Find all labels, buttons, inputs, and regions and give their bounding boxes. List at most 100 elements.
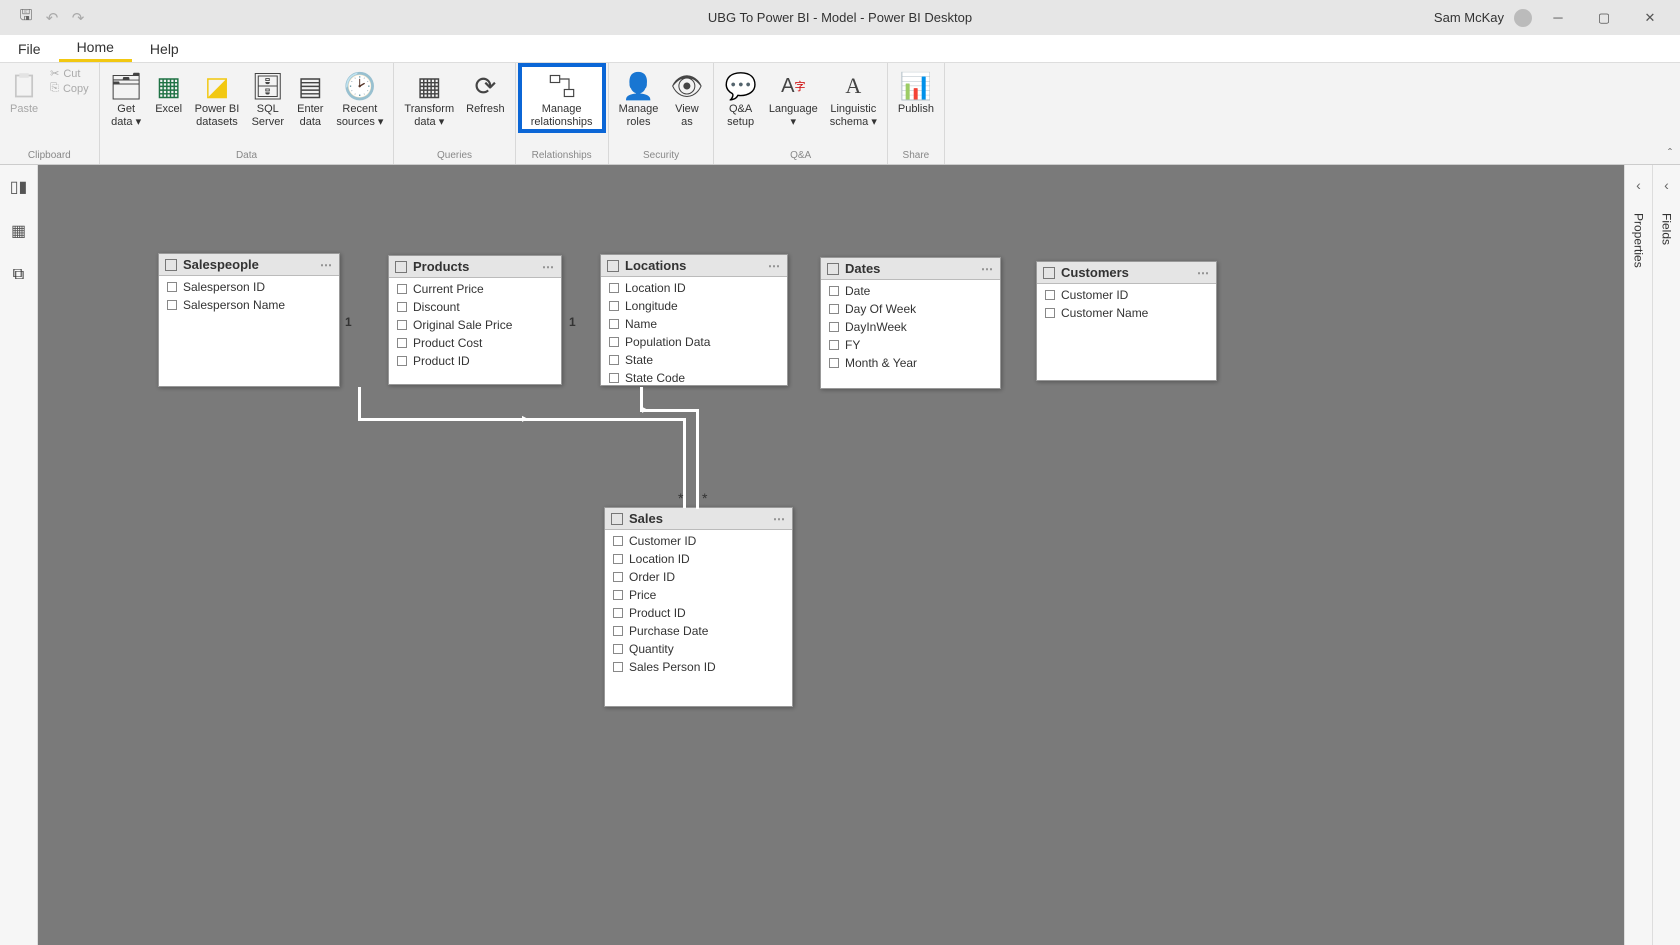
transform-data-button[interactable]: ▦Transform data ▾ bbox=[398, 65, 460, 131]
recent-sources-button[interactable]: 🕑Recent sources ▾ bbox=[330, 65, 389, 131]
table-sales[interactable]: Sales⋯ Customer ID Location ID Order ID … bbox=[604, 507, 793, 707]
field-row[interactable]: Price bbox=[605, 586, 792, 604]
field-row[interactable]: Product ID bbox=[389, 352, 561, 370]
redo-icon[interactable]: ↷ bbox=[70, 10, 86, 26]
properties-panel-collapsed[interactable]: ‹ Properties bbox=[1624, 165, 1652, 945]
manage-roles-button[interactable]: 👤Manage roles bbox=[613, 65, 665, 131]
menu-home[interactable]: Home bbox=[59, 35, 132, 62]
paste-button[interactable]: Paste bbox=[4, 65, 44, 118]
excel-button[interactable]: ▦Excel bbox=[149, 65, 189, 118]
table-locations[interactable]: Locations⋯ Location ID Longitude Name Po… bbox=[600, 254, 788, 386]
field-row[interactable]: FY bbox=[821, 336, 1000, 354]
group-label-data: Data bbox=[236, 148, 257, 164]
menu-help[interactable]: Help bbox=[132, 35, 197, 62]
field-row[interactable]: Salesperson Name bbox=[159, 296, 339, 314]
field-row[interactable]: Order ID bbox=[605, 568, 792, 586]
field-row[interactable]: Original Sale Price bbox=[389, 316, 561, 334]
table-title: Sales bbox=[629, 511, 663, 526]
view-as-button[interactable]: 👁View as bbox=[664, 65, 709, 131]
field-row[interactable]: Customer ID bbox=[1037, 286, 1216, 304]
field-row[interactable]: DayInWeek bbox=[821, 318, 1000, 336]
table-menu-icon[interactable]: ⋯ bbox=[981, 262, 994, 276]
minimize-button[interactable]: ─ bbox=[1538, 3, 1578, 33]
cardinality-one: 1 bbox=[345, 315, 352, 329]
table-title: Products bbox=[413, 259, 469, 274]
linguistic-schema-button[interactable]: ALinguistic schema ▾ bbox=[824, 65, 883, 131]
field-row[interactable]: Discount bbox=[389, 298, 561, 316]
table-dates[interactable]: Dates⋯ Date Day Of Week DayInWeek FY Mon… bbox=[820, 257, 1001, 389]
table-icon bbox=[395, 261, 407, 273]
table-title: Customers bbox=[1061, 265, 1129, 280]
language-button[interactable]: A字Language ▾ bbox=[763, 65, 824, 131]
publish-button[interactable]: 📊Publish bbox=[892, 65, 940, 118]
field-row[interactable]: Purchase Date bbox=[605, 622, 792, 640]
field-row[interactable]: Quantity bbox=[605, 640, 792, 658]
chevron-left-icon: ‹ bbox=[1636, 177, 1641, 193]
relationship-line[interactable] bbox=[696, 409, 699, 509]
menu-file[interactable]: File bbox=[0, 35, 59, 62]
field-row[interactable]: Customer ID bbox=[605, 532, 792, 550]
table-menu-icon[interactable]: ⋯ bbox=[1197, 266, 1210, 280]
field-row[interactable]: Customer Name bbox=[1037, 304, 1216, 322]
sql-server-button[interactable]: 🗄SQL Server bbox=[245, 65, 290, 131]
refresh-button[interactable]: ⟳Refresh bbox=[460, 65, 511, 118]
collapse-ribbon-icon[interactable]: ˆ bbox=[1668, 146, 1672, 160]
table-menu-icon[interactable]: ⋯ bbox=[773, 512, 786, 526]
field-row[interactable]: Sales Person ID bbox=[605, 658, 792, 676]
get-data-button[interactable]: 🗂Get data ▾ bbox=[104, 65, 149, 131]
titlebar: 🖫 ↶ ↷ UBG To Power BI - Model - Power BI… bbox=[0, 0, 1680, 35]
field-row[interactable]: Product Cost bbox=[389, 334, 561, 352]
field-row[interactable]: Name bbox=[601, 315, 787, 333]
field-row[interactable]: Longitude bbox=[601, 297, 787, 315]
ribbon: Paste ✂ Cut ⎘ Copy Clipboard 🗂Get data ▾… bbox=[0, 63, 1680, 165]
table-menu-icon[interactable]: ⋯ bbox=[768, 259, 781, 273]
table-icon bbox=[611, 513, 623, 525]
table-salespeople[interactable]: Salespeople ⋯ Salesperson ID Salesperson … bbox=[158, 253, 340, 387]
field-row[interactable]: Population Data bbox=[601, 333, 787, 351]
window-title: UBG To Power BI - Model - Power BI Deskt… bbox=[708, 10, 972, 25]
close-button[interactable]: ✕ bbox=[1630, 3, 1670, 33]
pbi-datasets-button[interactable]: ◪Power BI datasets bbox=[189, 65, 246, 131]
enter-data-button[interactable]: ▤Enter data bbox=[290, 65, 330, 131]
field-row[interactable]: Current Price bbox=[389, 280, 561, 298]
field-row[interactable]: Month & Year bbox=[821, 354, 1000, 372]
table-products[interactable]: Products ⋯ Current Price Discount Origina… bbox=[388, 255, 562, 385]
table-title: Salespeople bbox=[183, 257, 259, 272]
ribbon-group-share: 📊Publish Share bbox=[888, 63, 945, 164]
user-avatar-icon[interactable] bbox=[1514, 9, 1532, 27]
cut-button[interactable]: ✂ Cut bbox=[50, 67, 89, 80]
field-row[interactable]: Day Of Week bbox=[821, 300, 1000, 318]
table-icon bbox=[827, 263, 839, 275]
maximize-button[interactable]: ▢ bbox=[1584, 3, 1624, 33]
user-name[interactable]: Sam McKay bbox=[1434, 10, 1504, 25]
field-row[interactable]: Product ID bbox=[605, 604, 792, 622]
undo-icon[interactable]: ↶ bbox=[44, 10, 60, 26]
ribbon-group-clipboard: Paste ✂ Cut ⎘ Copy Clipboard bbox=[0, 63, 100, 164]
table-menu-icon[interactable]: ⋯ bbox=[320, 258, 333, 272]
table-menu-icon[interactable]: ⋯ bbox=[542, 260, 555, 274]
model-view-icon[interactable]: ⧉ bbox=[9, 265, 29, 285]
relationship-line[interactable] bbox=[358, 387, 361, 421]
field-row[interactable]: State Code bbox=[601, 369, 787, 387]
manage-relationships-button[interactable]: Manage relationships bbox=[520, 65, 604, 131]
field-row[interactable]: Location ID bbox=[601, 279, 787, 297]
field-row[interactable]: Date bbox=[821, 282, 1000, 300]
ribbon-group-queries: ▦Transform data ▾ ⟳Refresh Queries bbox=[394, 63, 515, 164]
group-label-clipboard: Clipboard bbox=[28, 148, 71, 164]
field-row[interactable]: State bbox=[601, 351, 787, 369]
table-icon bbox=[165, 259, 177, 271]
copy-button[interactable]: ⎘ Copy bbox=[50, 82, 89, 95]
fields-panel-collapsed[interactable]: ‹ Fields bbox=[1652, 165, 1680, 945]
save-icon[interactable]: 🖫 bbox=[18, 10, 34, 26]
field-row[interactable]: Salesperson ID bbox=[159, 278, 339, 296]
field-row[interactable]: Location ID bbox=[605, 550, 792, 568]
main-area: ▯▮ ▦ ⧉ Salespeople ⋯ Salesperson ID Sales… bbox=[0, 165, 1680, 945]
chevron-left-icon: ‹ bbox=[1664, 177, 1669, 193]
report-view-icon[interactable]: ▯▮ bbox=[9, 177, 29, 197]
qa-setup-button[interactable]: 💬Q&A setup bbox=[718, 65, 762, 131]
data-view-icon[interactable]: ▦ bbox=[9, 221, 29, 241]
relationship-line[interactable] bbox=[640, 409, 698, 412]
model-canvas[interactable]: Salespeople ⋯ Salesperson ID Salesperson … bbox=[38, 165, 1624, 945]
table-icon bbox=[1043, 267, 1055, 279]
table-customers[interactable]: Customers ⋯ Customer ID Customer Name bbox=[1036, 261, 1217, 381]
